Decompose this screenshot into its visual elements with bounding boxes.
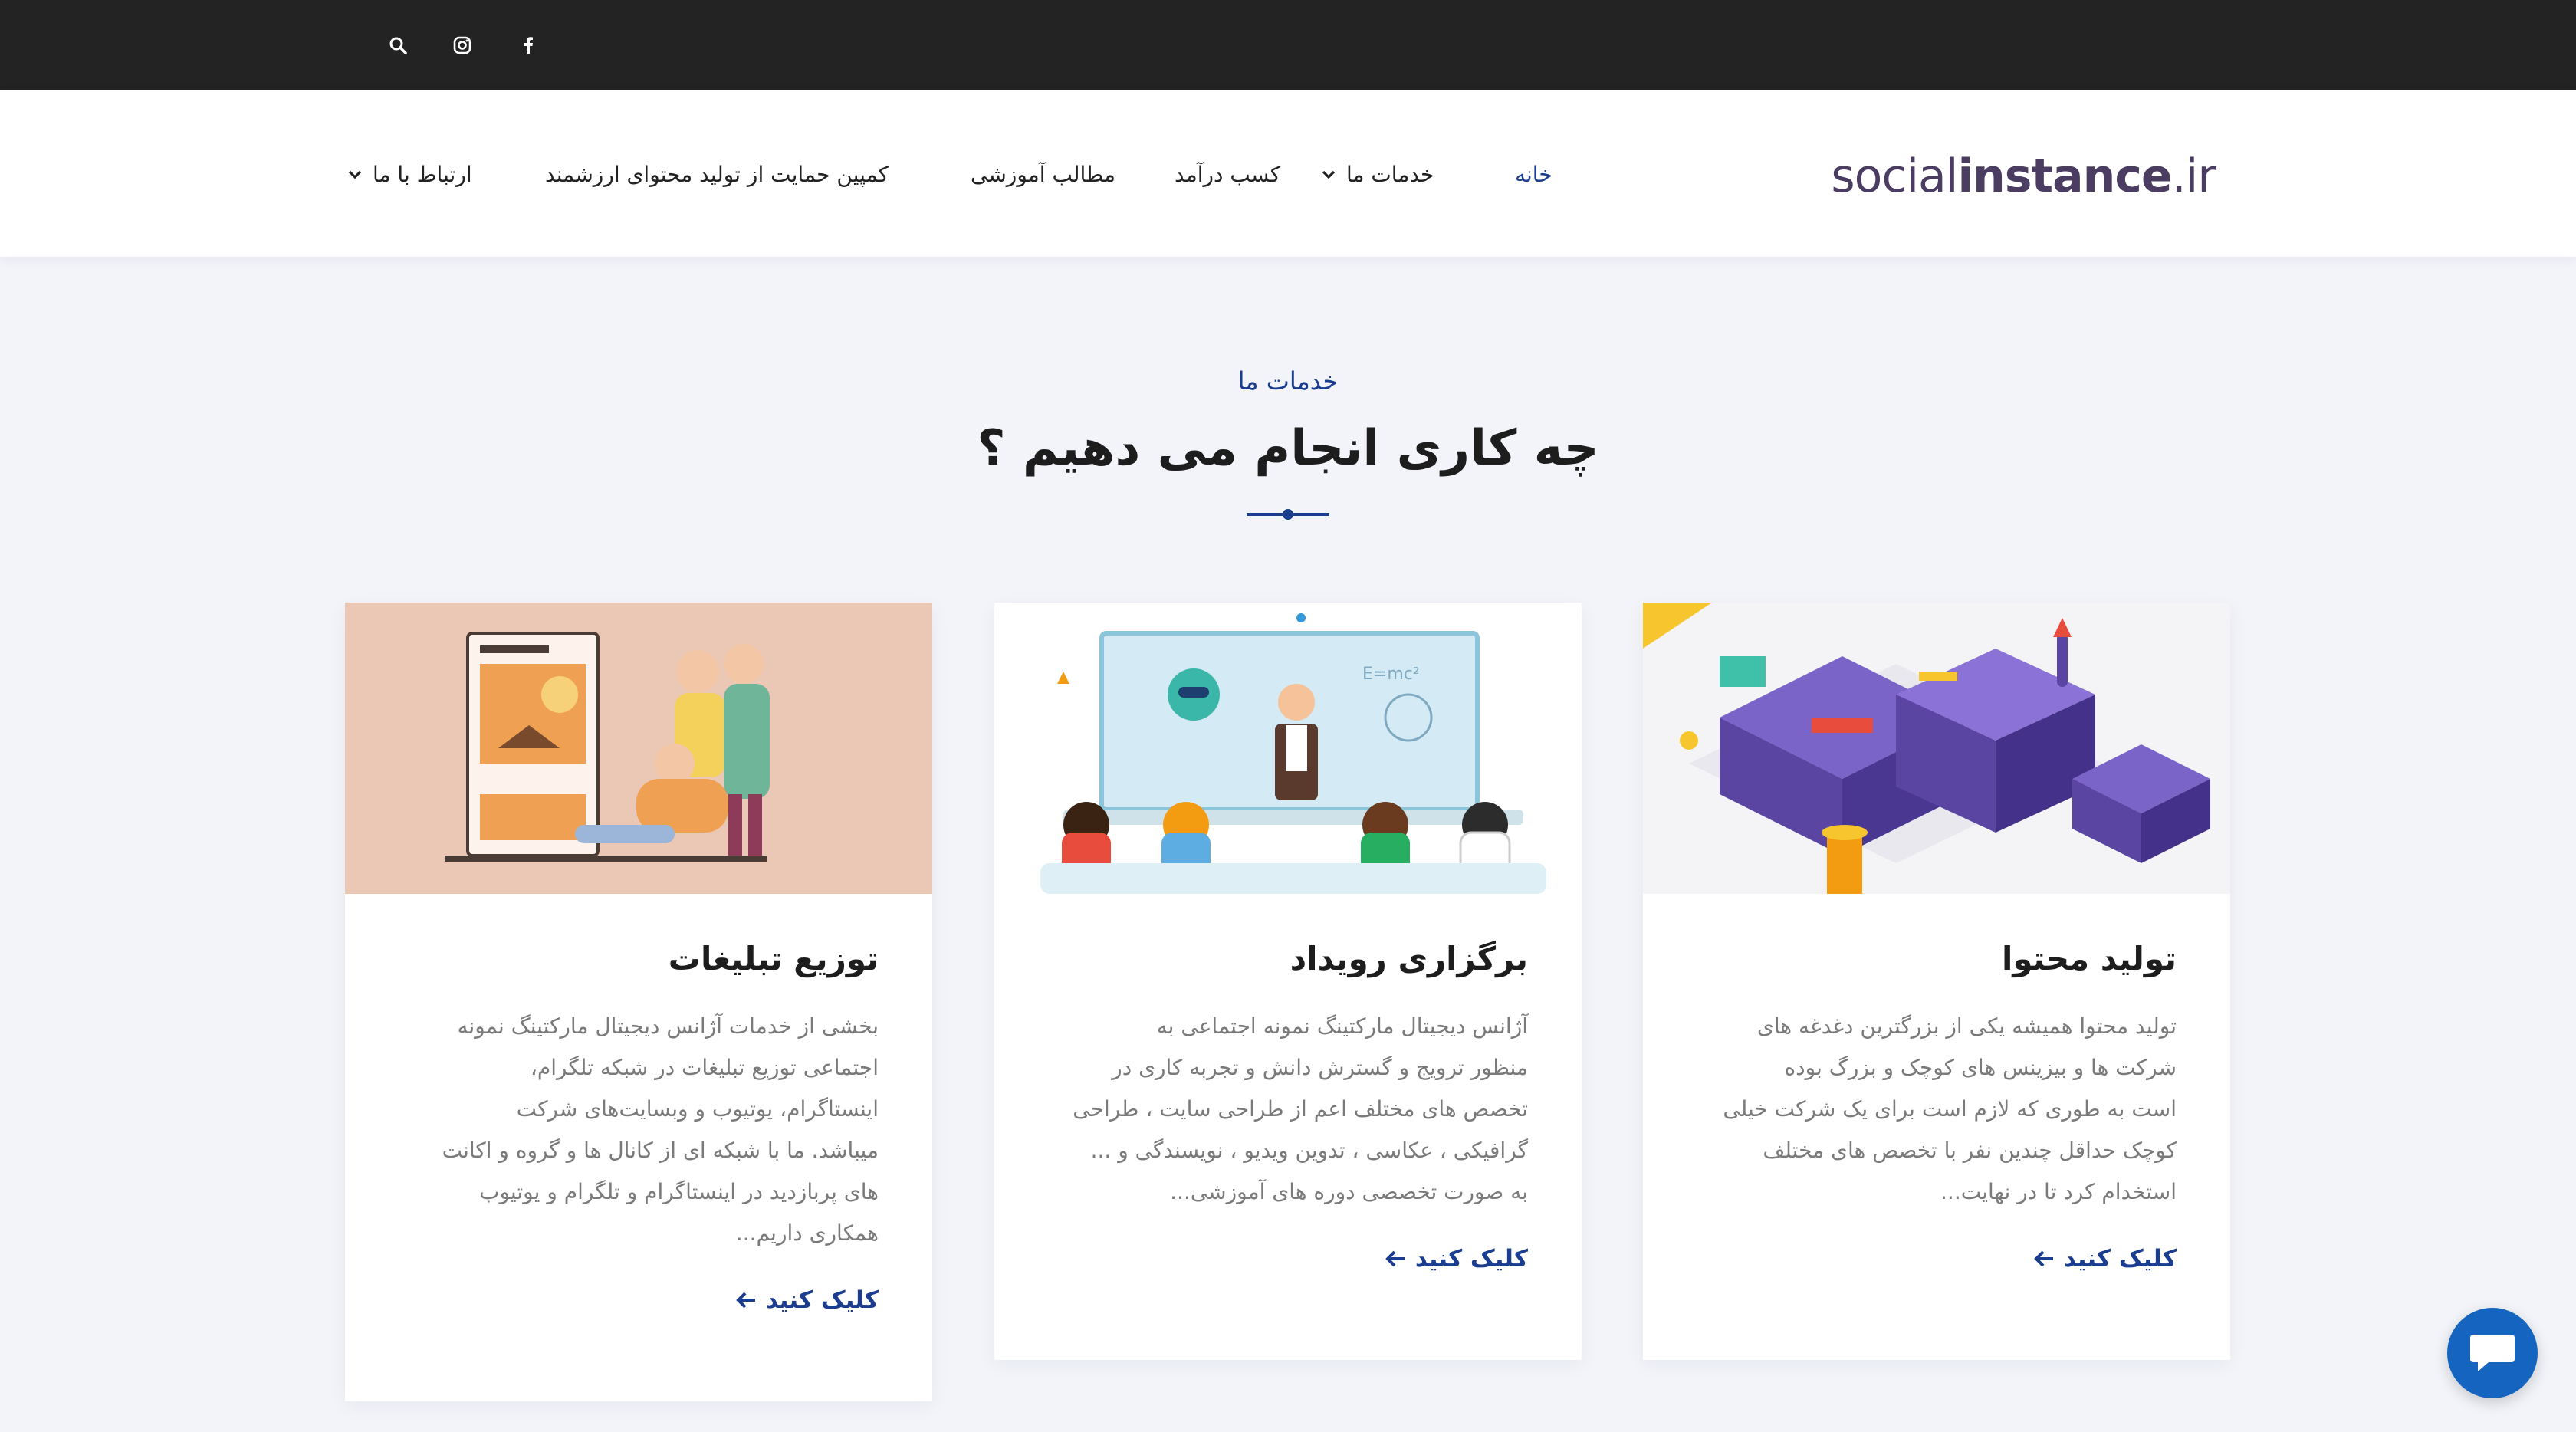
read-more-label: کلیک کنید [1414, 1245, 1528, 1273]
card-description-line: کوچک حداقل چندین نفر با تخصص های مختلف [1763, 1138, 2177, 1163]
card-description-line: است به طوری که لازم است برای یک شرکت خیل… [1723, 1096, 2177, 1122]
card-description-line: بخشی از خدمات آژانس دیجیتال مارکتینگ نمو… [457, 1013, 879, 1039]
logo-text-suffix: .ir [2171, 149, 2216, 203]
nav-item-contact[interactable]: ارتباط با ما [347, 151, 472, 197]
card-description-line: اینستاگرام، یوتیوب و وبسایت‌های شرکت [516, 1096, 879, 1122]
nav-item-label: خدمات ما [1346, 161, 1434, 187]
card-description: تولید محتوا همیشه یکی از بزرگترین دغدغه … [1686, 1006, 2177, 1213]
card-description-line: های پربازدید در اینستاگرام و تلگرام و یو… [479, 1179, 879, 1204]
nav-item-campaign[interactable]: کمپین حمایت از تولید محتوای ارزشمند [545, 151, 889, 197]
card-description-line: میباشد. ما با شبکه ای از کانال ها و گروه… [442, 1138, 879, 1163]
top-bar [0, 0, 2576, 90]
card-title: توزیع تبلیغات [668, 940, 879, 977]
classroom-illustration: E=mc² [994, 603, 1582, 894]
nav-item-services[interactable]: خدمات ما [1320, 151, 1434, 197]
read-more-label: کلیک کنید [2063, 1245, 2177, 1273]
service-card-ads: توزیع تبلیغات بخشی از خدمات آژانس دیجیتا… [345, 603, 932, 1401]
arrow-left-icon [2034, 1250, 2053, 1267]
card-description-line: گرافیکی ، عکاسی ، تدوین ویدیو ، نویسندگی… [1090, 1138, 1528, 1163]
chevron-down-icon [1322, 170, 1336, 179]
read-more-label: کلیک کنید [765, 1286, 879, 1314]
instagram-icon[interactable] [449, 32, 475, 58]
nav-item-earn[interactable]: کسب درآمد [1175, 151, 1280, 197]
section-kicker: خدمات ما [1237, 366, 1339, 396]
nav-item-home[interactable]: خانه [1515, 151, 1552, 197]
section-title: چه کاری انجام می دهیم ؟ [977, 420, 1599, 477]
nav-item-label: کمپین حمایت از تولید محتوای ارزشمند [545, 161, 889, 187]
title-divider [1247, 509, 1329, 520]
chat-widget-button[interactable] [2447, 1308, 2538, 1398]
read-more-link[interactable]: کلیک کنید [2033, 1245, 2177, 1273]
card-title: برگزاری رویداد [1290, 940, 1528, 977]
card-description-line: همکاری داریم... [735, 1220, 879, 1246]
card-description-line: تخصص های مختلف اعم از طراحی سایت ، طراحی [1073, 1096, 1528, 1122]
svg-text:E=mc²: E=mc² [1362, 665, 1420, 684]
read-more-link[interactable]: کلیک کنید [1385, 1245, 1528, 1273]
card-description-line: استخدام کرد تا در نهایت... [1940, 1179, 2177, 1204]
service-card-content: تولید محتوا تولید محتوا همیشه یکی از بزر… [1643, 603, 2230, 1360]
chat-bubble-icon [2470, 1335, 2515, 1371]
chevron-down-icon [348, 170, 362, 179]
social-media-people-illustration [345, 603, 932, 894]
read-more-link[interactable]: کلیک کنید [735, 1286, 879, 1314]
logo-text-light: social [1831, 149, 1958, 203]
card-description-line: اجتماعی توزیع تبلیغات در شبکه تلگرام، [530, 1055, 879, 1080]
card-description-line: آژانس دیجیتال مارکتینگ نمونه اجتماعی به [1156, 1013, 1528, 1039]
card-description: آژانس دیجیتال مارکتینگ نمونه اجتماعی به … [1037, 1006, 1528, 1213]
search-icon[interactable] [385, 32, 411, 58]
logo-text-bold: instance [1957, 149, 2172, 203]
card-description: بخشی از خدمات آژانس دیجیتال مارکتینگ نمو… [388, 1006, 879, 1254]
service-card-event: E=mc² برگزاری رویداد آژانس دیجیتال مارکت… [994, 603, 1582, 1360]
facebook-icon[interactable] [515, 32, 541, 58]
nav-item-tutorials[interactable]: مطالب آموزشی [971, 151, 1116, 197]
nav-item-label: ارتباط با ما [373, 161, 472, 187]
nav-item-label: مطالب آموزشی [971, 161, 1116, 187]
card-description-line: به صورت تخصصی دوره های آموزشی... [1170, 1179, 1528, 1204]
isometric-city-illustration [1643, 603, 2230, 894]
main-header: social instance .ir خانه خدمات ما کسب درآم… [0, 90, 2576, 257]
arrow-left-icon [1385, 1250, 1405, 1267]
nav-item-label: خانه [1515, 161, 1552, 187]
card-title: تولید محتوا [2001, 940, 2177, 977]
card-description-line: تولید محتوا همیشه یکی از بزرگترین دغدغه … [1756, 1013, 2177, 1039]
card-description-line: شرکت ها و بیزینس های کوچک و بزرگ بوده [1784, 1055, 2177, 1080]
arrow-left-icon [736, 1292, 755, 1309]
card-description-line: منظور ترویج و گسترش دانش و تجربه کاری در [1112, 1055, 1528, 1080]
site-logo[interactable]: social instance .ir [1831, 142, 2216, 211]
nav-item-label: کسب درآمد [1175, 161, 1281, 187]
